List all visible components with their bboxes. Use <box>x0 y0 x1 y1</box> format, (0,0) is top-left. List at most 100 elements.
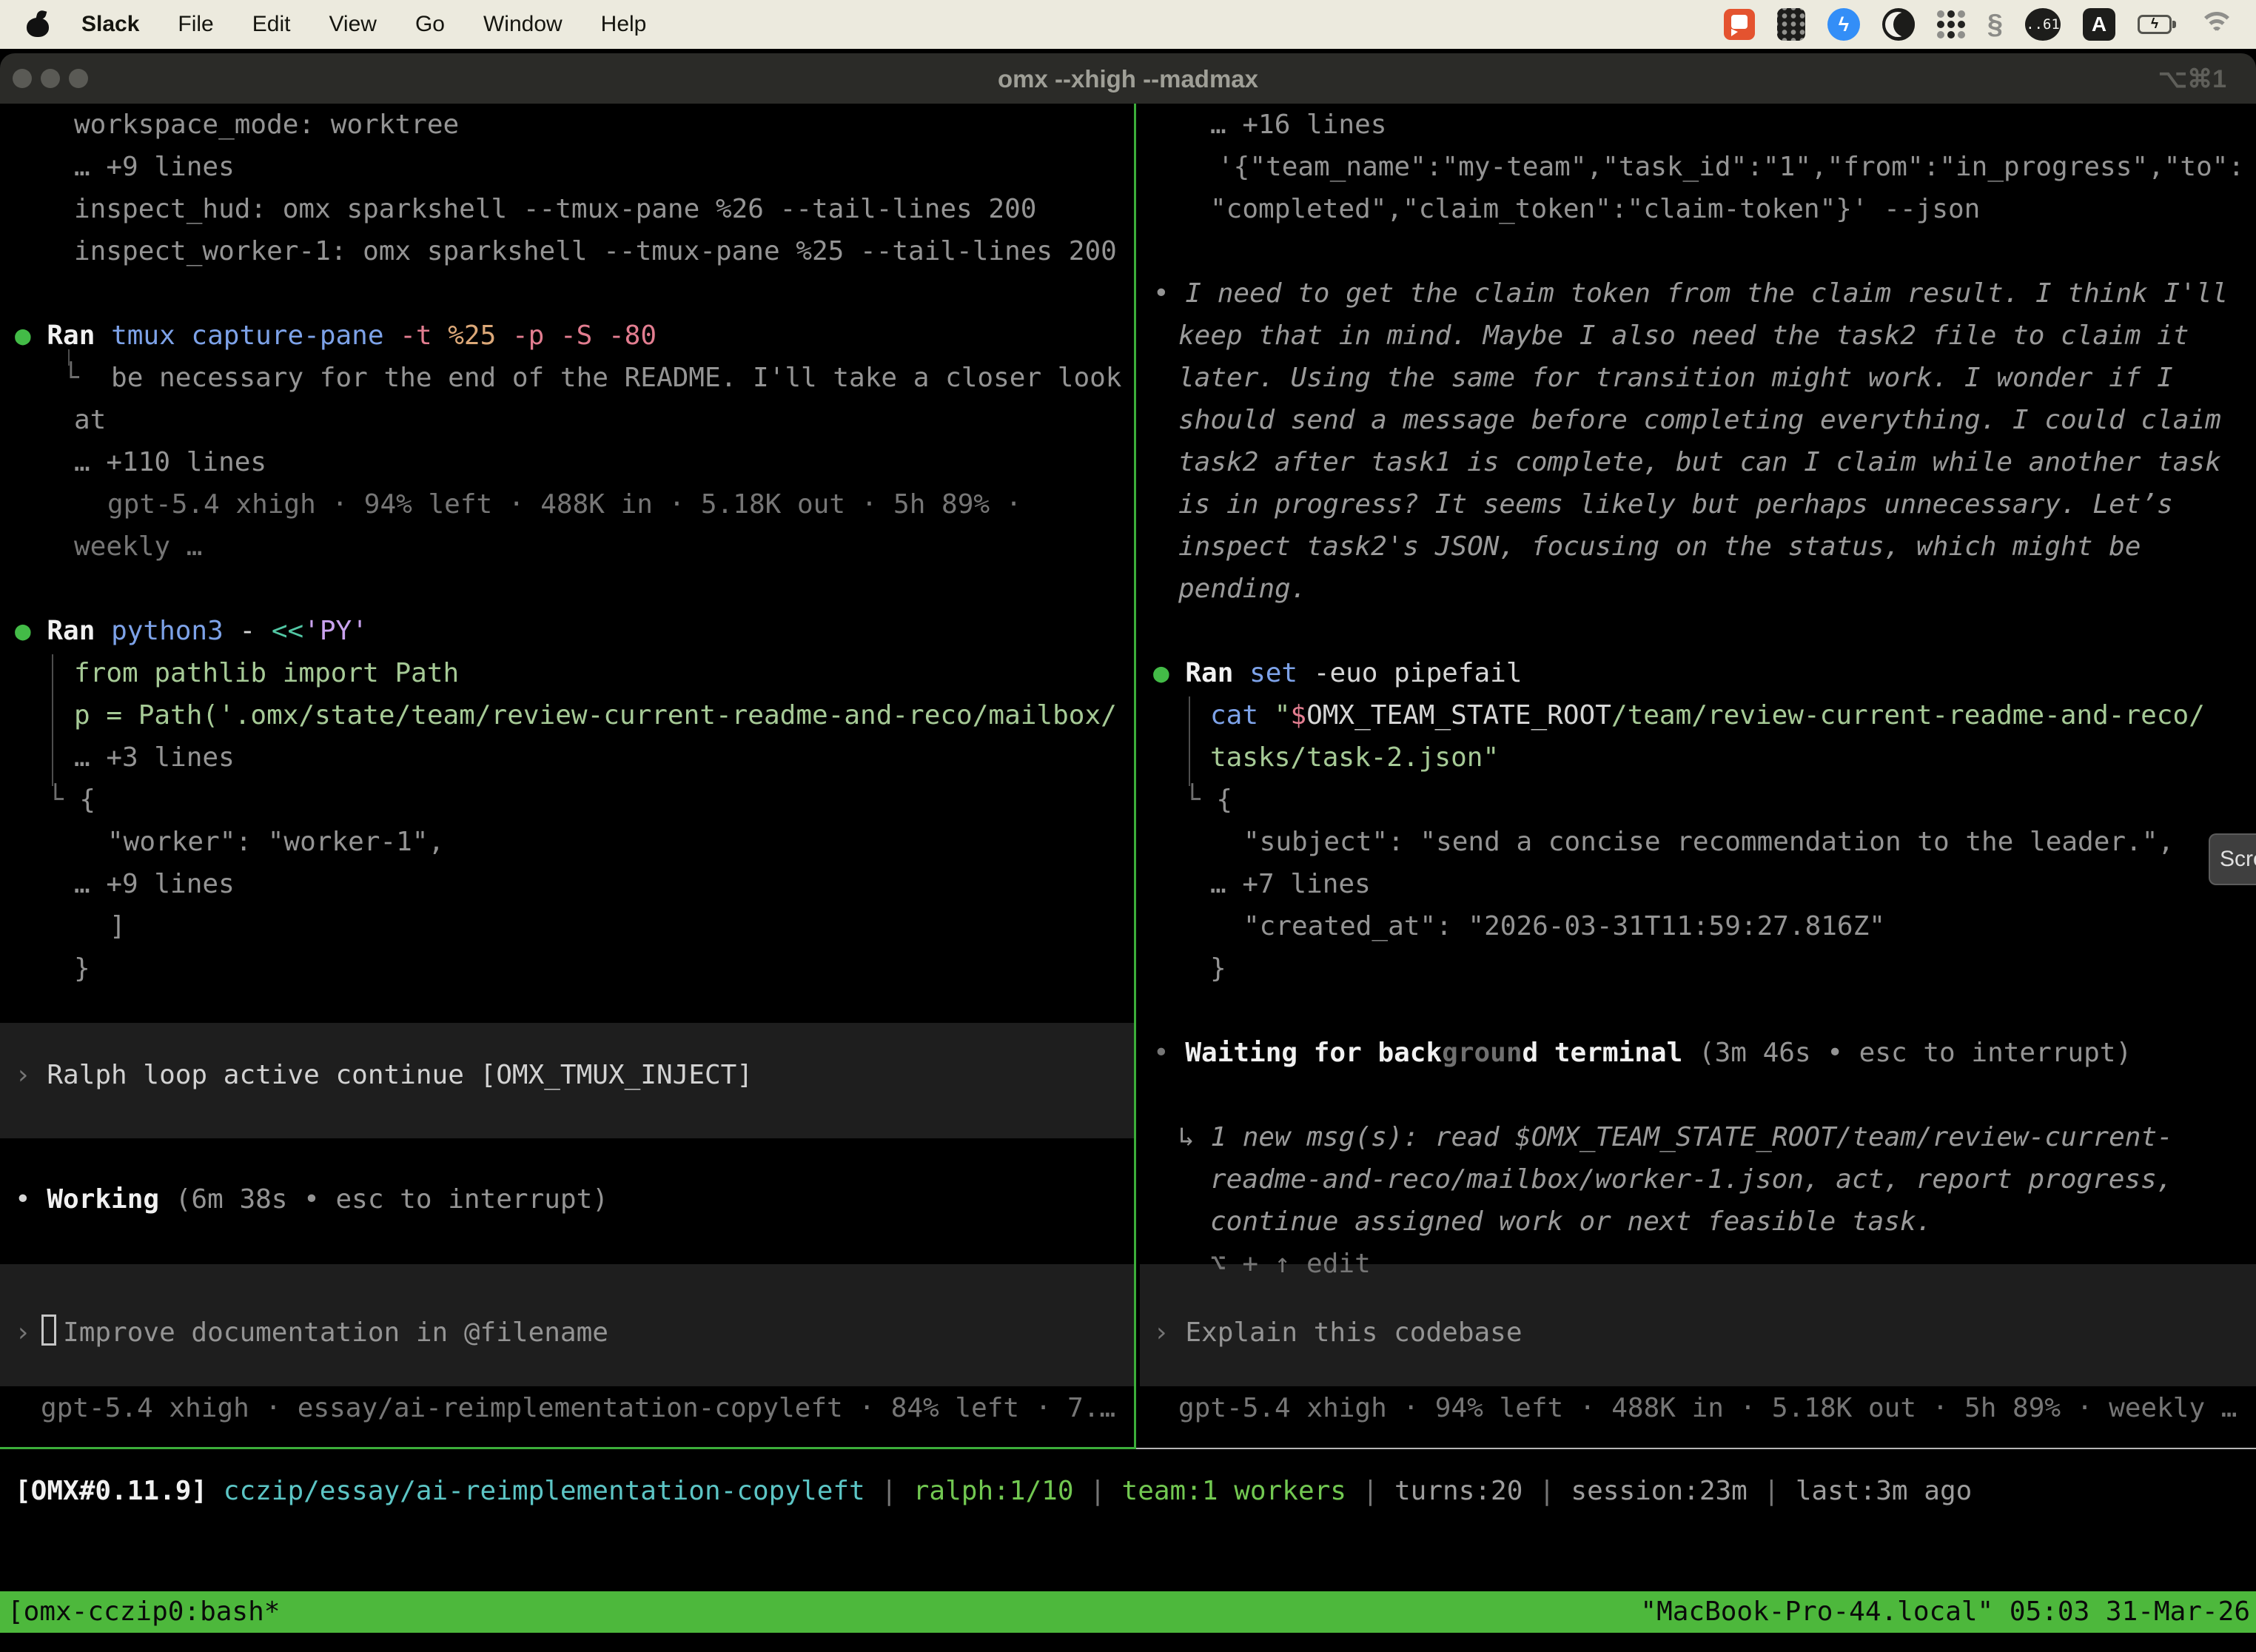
terminal-line: from pathlib import Path <box>74 652 459 694</box>
terminal-line: ↳ 1 new msg(s): read $OMX_TEAM_STATE_ROO… <box>1178 1116 2173 1158</box>
terminal-line: ● Ran set -euo pipefail <box>1153 652 1523 694</box>
battery-nub <box>2172 21 2176 28</box>
hud-segment: last:3m ago <box>1796 1476 1972 1506</box>
apple-menu-icon[interactable] <box>27 12 49 37</box>
menu-item-file[interactable]: File <box>178 12 213 36</box>
menu-item-edit[interactable]: Edit <box>252 12 291 36</box>
text-segment: - <box>239 616 271 646</box>
hud-segment: | <box>1523 1476 1571 1506</box>
text-segment: tasks/task-2.json" <box>1210 742 1499 773</box>
terminal-line: later. Using the same for transition mig… <box>1178 357 2173 399</box>
text-segment: Ran <box>47 616 111 646</box>
pane-divider-vertical[interactable] <box>1134 104 1136 1449</box>
hud-segment: cczip/essay/ai-reimplementation-copyleft <box>224 1476 865 1506</box>
terminal-line: • I need to get the claim token from the… <box>1153 272 2228 315</box>
agent-pane-left[interactable]: workspace_mode: worktree… +9 linesinspec… <box>0 104 1134 1652</box>
text-segment: $ <box>1290 700 1306 731</box>
terminal-line: … +9 lines <box>74 863 235 905</box>
hud-segment: | <box>865 1476 913 1506</box>
menu-item-go[interactable]: Go <box>415 12 445 36</box>
text-segment: gpt-5.4 xhigh · 94% left · 488K in · 5.1… <box>107 489 1021 520</box>
tmux-status-bar: [omx-cczip0:bash* "MacBook-Pro-44.local"… <box>0 1591 2256 1633</box>
text-segment: • <box>1153 1038 1185 1068</box>
text-segment: groun <box>1442 1038 1522 1068</box>
hud-segment: ralph:1/10 <box>913 1476 1074 1506</box>
text-segment: "subject": "send a concise recommendatio… <box>1243 827 2174 857</box>
text-segment: (3m 46s • esc to interrupt) <box>1699 1038 2132 1068</box>
text-segment: task2 after task1 is complete, but can I… <box>1178 447 2221 477</box>
text-segment: … +9 lines <box>74 869 235 899</box>
stats-icon[interactable]: § <box>1987 9 2003 41</box>
hud-segment: session:23m <box>1571 1476 1747 1506</box>
menu-bar: Slack FileEditViewGoWindowHelp ϟ § ..61 … <box>0 0 2256 49</box>
count-badge-icon[interactable]: ..61 <box>2025 8 2061 41</box>
pane-divider-horizontal-right <box>1136 1448 2256 1449</box>
battery-icon[interactable]: ϟ <box>2138 15 2176 34</box>
terminal-line: … +16 lines <box>1210 104 1386 146</box>
messenger-icon[interactable]: ϟ <box>1827 8 1860 41</box>
text-cursor <box>41 1314 56 1346</box>
terminal-line: keep that in mind. Maybe I also need the… <box>1178 315 2189 357</box>
terminal-line: continue assigned work or next feasible … <box>1210 1201 1932 1243</box>
text-segment: gpt-5.4 xhigh · essay/ai-reimplementatio… <box>41 1393 1115 1423</box>
text-segment: Ran <box>1185 658 1249 688</box>
text-segment: d terminal <box>1523 1038 1699 1068</box>
window-title-bar[interactable]: omx --xhigh --madmax ⌥⌘1 <box>0 53 2256 104</box>
text-segment: Ralph loop active continue [OMX_TMUX_INJ… <box>47 1060 753 1090</box>
text-segment: "completed","claim_token":"claim-token"}… <box>1210 194 1980 224</box>
text-segment: └ <box>63 363 111 393</box>
text-segment: at <box>74 405 106 435</box>
window-title: omx --xhigh --madmax <box>0 53 2256 104</box>
terminal-line: "completed","claim_token":"claim-token"}… <box>1210 188 1980 230</box>
terminal-line: p = Path('.omx/state/team/review-current… <box>74 694 1117 736</box>
menu-app-name[interactable]: Slack <box>81 12 139 37</box>
terminal-line: › Ralph loop active continue [OMX_TMUX_I… <box>15 1054 753 1096</box>
dots-grid-icon[interactable] <box>1937 10 1965 38</box>
menu-item-window[interactable]: Window <box>483 12 563 36</box>
terminal-line: should send a message before completing … <box>1178 399 2221 441</box>
terminal-line: … +110 lines <box>74 441 266 483</box>
menu-items: File Edit View Go Window Help <box>178 12 685 37</box>
hud-segment: [OMX#0.11.9] <box>15 1476 224 1506</box>
input-source-icon[interactable]: A <box>2083 8 2115 41</box>
terminal-line: ] <box>110 905 126 947</box>
terminal-content[interactable]: workspace_mode: worktree … +9 lines inspec… <box>0 104 2256 1652</box>
text-segment: ] <box>110 911 126 941</box>
text-segment: › <box>15 1060 47 1090</box>
tmux-host-clock: "MacBook-Pro-44.local" 05:03 31-Mar-26 <box>1640 1591 2250 1633</box>
text-segment: %25 <box>448 320 512 351</box>
text-segment: … +16 lines <box>1210 110 1386 140</box>
terminal-line: … +7 lines <box>1210 863 1371 905</box>
text-segment: (6m 38s • esc to interrupt) <box>175 1184 608 1215</box>
terminal-line: └ { <box>47 779 95 821</box>
terminal-line: ⌥ + ↑ edit <box>1210 1243 1371 1285</box>
text-segment: Explain this codebase <box>1185 1317 1522 1348</box>
text-segment: } <box>1210 953 1226 984</box>
terminal-line: } <box>1210 947 1226 990</box>
text-segment: later. Using the same for transition mig… <box>1178 363 2173 393</box>
menu-item-view[interactable]: View <box>329 12 376 36</box>
terminal-line: inspect task2's JSON, focusing on the st… <box>1178 526 2141 568</box>
text-segment: } <box>74 953 90 984</box>
text-segment: workspace_mode: worktree <box>74 110 459 140</box>
text-segment: << <box>272 616 303 646</box>
terminal-line: └ be necessary for the end of the README… <box>63 357 1121 399</box>
terminal-line: readme-and-reco/mailbox/worker-1.json, a… <box>1210 1158 2172 1201</box>
omx-hud-status-line: [OMX#0.11.9] cczip/essay/ai-reimplementa… <box>15 1470 1972 1512</box>
agent-pane-right[interactable]: … +16 lines'{"team_name":"my-team","task… <box>1140 104 2256 1652</box>
moon-icon[interactable] <box>1882 8 1915 41</box>
text-segment: Ran <box>47 320 111 351</box>
screen-recording-icon[interactable] <box>1724 9 1755 40</box>
menu-item-help[interactable]: Help <box>601 12 647 36</box>
text-segment: p = Path('.omx/state/team/review-current… <box>74 700 1117 731</box>
text-segment: … +9 lines <box>74 152 235 182</box>
terminal-line: ● Ran python3 - <<'PY' <box>15 610 368 652</box>
text-segment: … +3 lines <box>74 742 235 773</box>
tmux-session-label: [omx-cczip0:bash* <box>7 1591 280 1633</box>
terminal-line: › Explain this codebase <box>1153 1312 1523 1354</box>
text-segment: › <box>1153 1317 1185 1348</box>
wifi-icon[interactable] <box>2198 10 2235 38</box>
terminal-line: is in progress? It seems likely but perh… <box>1178 483 2173 526</box>
keypad-icon[interactable] <box>1777 8 1805 41</box>
terminal-line: weekly … <box>74 526 202 568</box>
